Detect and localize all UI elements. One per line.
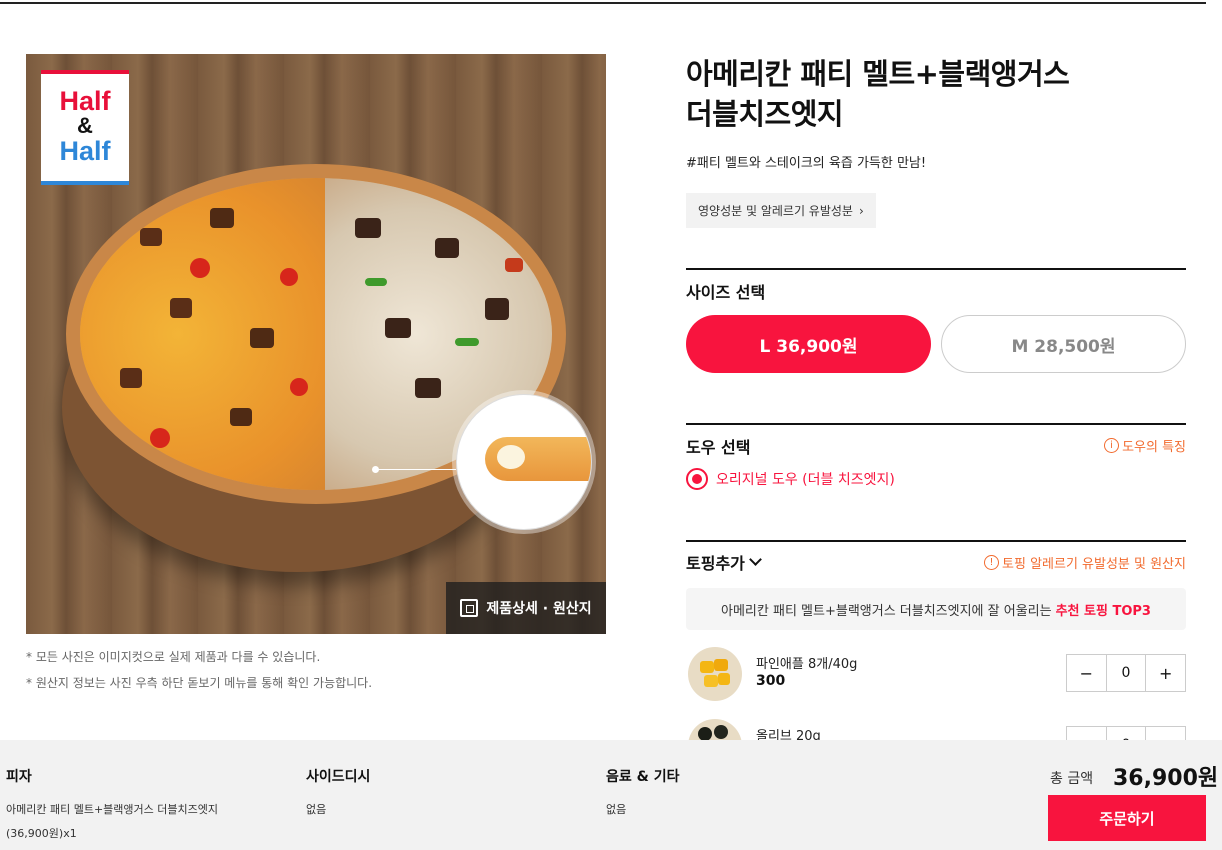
product-detail-label: 제품상세 · 원산지 [486, 601, 592, 617]
nutrition-allergy-label: 영양성분 및 알레르기 유발성분 [698, 204, 853, 218]
product-image: Half & Half 제품상세 · 원산지 [26, 54, 606, 634]
summary-pizza-value: 아메리칸 패티 멜트+블랙앵거스 더블치즈엣지 (36,900원)x1 [6, 798, 218, 846]
topping-name: 파인애플 8개/40g [756, 657, 858, 672]
half-and-half-logo: Half & Half [41, 70, 129, 185]
zoom-marker-line [376, 469, 456, 470]
summary-pizza-label: 피자 [6, 769, 32, 785]
topping-recommendation-banner: 아메리칸 패티 멜트+블랙앵거스 더블치즈엣지에 잘 어울리는 추천 토핑 TO… [686, 588, 1186, 630]
minus-button[interactable]: − [1067, 655, 1106, 691]
crust-zoom-circle [456, 394, 592, 530]
size-l-button[interactable]: L 36,900원 [686, 315, 931, 373]
dough-info-link[interactable]: i 도우의 특징 [1104, 436, 1186, 455]
topping-section-toggle[interactable]: 토핑추가 [686, 550, 762, 574]
section-divider [686, 423, 1186, 425]
nutrition-allergy-button[interactable]: 영양성분 및 알레르기 유발성분 › [686, 193, 876, 228]
chevron-right-icon: › [858, 203, 864, 218]
recommendation-highlight: 추천 토핑 TOP3 [1055, 603, 1151, 619]
info-icon: ! [984, 555, 1000, 570]
topping-section-title: 토핑추가 [686, 554, 745, 573]
dough-option-original[interactable]: 오리지널 도우 (더블 치즈엣지) [686, 468, 895, 490]
summary-side-label: 사이드디시 [306, 769, 371, 785]
summary-side-value: 없음 [306, 803, 327, 816]
topping-item: 파인애플 8개/40g 300 − 0 + [686, 647, 1186, 707]
product-subtitle: #패티 멜트와 스테이크의 육즙 가득한 만남! [686, 156, 927, 171]
magnifier-frame-icon [460, 599, 479, 617]
radio-selected-icon [686, 468, 708, 490]
order-summary-bar: 피자 아메리칸 패티 멜트+블랙앵거스 더블치즈엣지 (36,900원)x1 사… [0, 740, 1222, 850]
top-divider [0, 2, 1206, 4]
dough-info-label: 도우의 특징 [1122, 440, 1186, 455]
topping-info-link[interactable]: ! 토핑 알레르기 유발성분 및 원산지 [984, 553, 1186, 572]
summary-drink-value: 없음 [606, 803, 627, 816]
size-m-button[interactable]: M 28,500원 [941, 315, 1186, 373]
quantity-stepper: − 0 + [1066, 654, 1186, 692]
topping-info-label: 토핑 알레르기 유발성분 및 원산지 [1002, 557, 1186, 572]
section-divider [686, 268, 1186, 270]
image-note: * 모든 사진은 이미지컷으로 실제 제품과 다를 수 있습니다. [26, 650, 321, 664]
product-detail-button[interactable]: 제품상세 · 원산지 [446, 582, 606, 634]
quantity-value: 0 [1105, 655, 1147, 691]
plus-button[interactable]: + [1146, 655, 1185, 691]
summary-drink: 음료 & 기타 없음 [606, 766, 679, 822]
summary-side: 사이드디시 없음 [306, 766, 370, 822]
pineapple-image [688, 647, 742, 701]
total-value: 36,900원 [1113, 766, 1219, 791]
pizza-half-left [80, 178, 326, 490]
size-section-title: 사이즈 선택 [686, 283, 766, 302]
dough-option-label: 오리지널 도우 (더블 치즈엣지) [716, 472, 895, 488]
product-title-line: 더블치즈엣지 [686, 97, 844, 131]
recommendation-text: 아메리칸 패티 멜트+블랙앵거스 더블치즈엣지에 잘 어울리는 [721, 603, 1052, 619]
total-label: 총 금액 [1050, 771, 1094, 787]
order-button[interactable]: 주문하기 [1048, 795, 1206, 841]
summary-pizza: 피자 아메리칸 패티 멜트+블랙앵거스 더블치즈엣지 (36,900원)x1 [6, 766, 218, 846]
dough-section-title: 도우 선택 [686, 438, 751, 457]
topping-price: 300 [756, 673, 786, 689]
image-note: * 원산지 정보는 사진 우측 하단 돋보기 메뉴를 통해 확인 가능합니다. [26, 676, 373, 690]
product-title-line: 아메리칸 패티 멜트+블랙앵거스 [686, 57, 1070, 91]
image-notes: * 모든 사진은 이미지컷으로 실제 제품과 다를 수 있습니다. * 원산지 … [26, 644, 372, 696]
summary-drink-label: 음료 & 기타 [606, 769, 680, 785]
summary-pizza-price: (36,900원)x1 [6, 827, 77, 840]
summary-pizza-name: 아메리칸 패티 멜트+블랙앵거스 더블치즈엣지 [6, 803, 218, 816]
info-icon: i [1104, 438, 1120, 453]
product-title: 아메리칸 패티 멜트+블랙앵거스 더블치즈엣지 [686, 54, 1166, 134]
section-divider [686, 540, 1186, 542]
chevron-down-icon [749, 553, 762, 566]
